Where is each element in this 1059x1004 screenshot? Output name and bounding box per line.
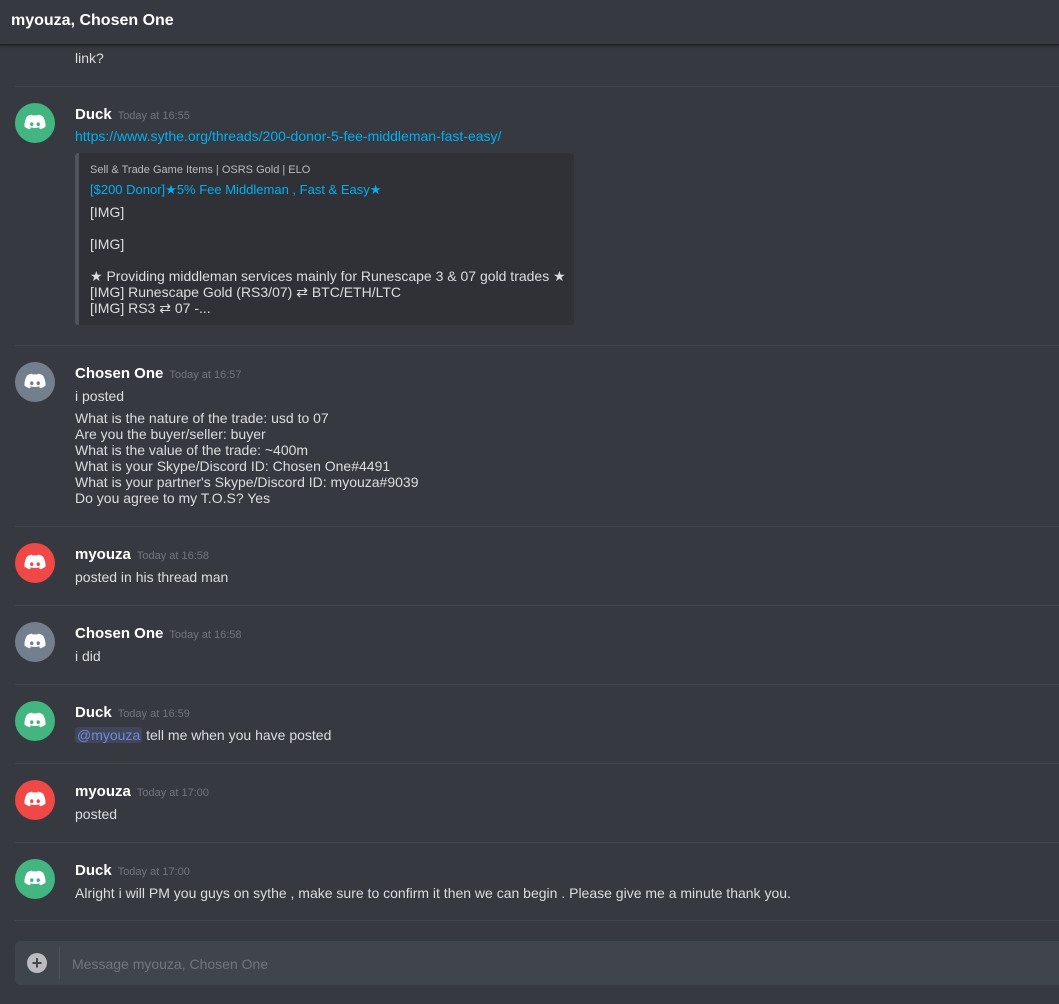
message-list[interactable]: link? Duck Today at 16:55 https://www.syt… bbox=[0, 46, 1059, 926]
message-line: Do you agree to my T.O.S? Yes bbox=[75, 490, 271, 506]
message-divider bbox=[15, 605, 1059, 606]
message-text: i did bbox=[75, 648, 101, 664]
discord-logo-icon bbox=[24, 554, 46, 570]
message-line: Are you the buyer/seller: buyer bbox=[75, 426, 266, 442]
timestamp: Today at 16:58 bbox=[169, 629, 242, 641]
user-avatar[interactable] bbox=[15, 103, 55, 143]
user-avatar[interactable] bbox=[15, 362, 55, 402]
username[interactable]: Duck bbox=[75, 862, 112, 879]
embed-provider[interactable]: Sell & Trade Game Items | OSRS Gold | EL… bbox=[90, 164, 310, 176]
message-header: myouza Today at 16:58 bbox=[75, 546, 209, 563]
channel-header: myouza, Chosen One bbox=[0, 0, 1059, 45]
link-embed: Sell & Trade Game Items | OSRS Gold | EL… bbox=[75, 153, 574, 325]
composer-divider bbox=[59, 947, 60, 979]
embed-line: [IMG] bbox=[90, 204, 125, 220]
channel-title: myouza, Chosen One bbox=[11, 12, 174, 29]
message-header: Chosen One Today at 16:58 bbox=[75, 625, 242, 642]
message-link[interactable]: https://www.sythe.org/threads/200-donor-… bbox=[75, 128, 501, 144]
timestamp: Today at 16:58 bbox=[136, 550, 210, 562]
timestamp: Today at 16:55 bbox=[117, 110, 190, 122]
user-mention[interactable]: @myouza bbox=[75, 727, 143, 743]
message-text: posted in his thread man bbox=[75, 569, 229, 585]
message-divider bbox=[15, 684, 1059, 685]
username[interactable]: myouza bbox=[75, 546, 131, 563]
message-line: i posted bbox=[75, 388, 125, 404]
message-header: Chosen One Today at 16:57 bbox=[75, 365, 242, 382]
message-divider bbox=[15, 763, 1059, 764]
user-avatar[interactable] bbox=[15, 701, 55, 741]
timestamp: Today at 16:59 bbox=[117, 708, 190, 720]
message-composer: + bbox=[15, 941, 1059, 987]
discord-logo-icon bbox=[24, 712, 46, 728]
message-divider bbox=[15, 526, 1059, 527]
username[interactable]: myouza bbox=[75, 783, 131, 800]
message-divider bbox=[15, 345, 1059, 346]
timestamp: Today at 16:57 bbox=[169, 369, 242, 381]
message-input[interactable] bbox=[70, 941, 1044, 987]
embed-title[interactable]: [$200 Donor]★5% Fee Middleman , Fast & E… bbox=[90, 182, 381, 198]
message-text: posted bbox=[75, 806, 118, 822]
message-text: @myouza tell me when you have posted bbox=[75, 727, 331, 743]
user-avatar[interactable] bbox=[15, 780, 55, 820]
message-text: Alright i will PM you guys on sythe , ma… bbox=[75, 885, 791, 901]
message-header: myouza Today at 17:00 bbox=[75, 783, 209, 800]
timestamp: Today at 17:00 bbox=[136, 787, 210, 799]
message-line: What is your Skype/Discord ID: Chosen On… bbox=[75, 458, 391, 474]
message-continuation-text: link? bbox=[75, 50, 104, 66]
embed-line: ★ Providing middleman services mainly fo… bbox=[90, 268, 566, 284]
discord-logo-icon bbox=[24, 791, 46, 807]
message-divider bbox=[15, 86, 1059, 87]
embed-line: [IMG] RS3 ⇄ 07 -... bbox=[90, 300, 211, 316]
username[interactable]: Chosen One bbox=[75, 365, 163, 382]
message-line: What is the value of the trade: ~400m bbox=[75, 442, 309, 458]
user-avatar[interactable] bbox=[15, 543, 55, 583]
username[interactable]: Chosen One bbox=[75, 625, 163, 642]
embed-line: [IMG] Runescape Gold (RS3/07) ⇄ BTC/ETH/… bbox=[90, 284, 402, 300]
discord-logo-icon bbox=[24, 114, 46, 130]
username[interactable]: Duck bbox=[75, 106, 112, 123]
message-header: Duck Today at 17:00 bbox=[75, 862, 190, 879]
message-line: What is your partner's Skype/Discord ID:… bbox=[75, 474, 419, 490]
discord-logo-icon bbox=[24, 633, 46, 649]
plus-circle-icon[interactable]: + bbox=[27, 953, 47, 973]
timestamp: Today at 17:00 bbox=[117, 866, 190, 878]
message-divider bbox=[15, 842, 1059, 843]
message-text-body: tell me when you have posted bbox=[142, 727, 332, 743]
discord-logo-icon bbox=[24, 373, 46, 389]
message-divider bbox=[15, 920, 1059, 921]
username[interactable]: Duck bbox=[75, 704, 112, 721]
message-header: Duck Today at 16:55 bbox=[75, 106, 190, 123]
discord-logo-icon bbox=[24, 870, 46, 886]
user-avatar[interactable] bbox=[15, 622, 55, 662]
message-line: What is the nature of the trade: usd to … bbox=[75, 410, 329, 426]
message-header: Duck Today at 16:59 bbox=[75, 704, 190, 721]
embed-line: [IMG] bbox=[90, 236, 125, 252]
user-avatar[interactable] bbox=[15, 859, 55, 899]
